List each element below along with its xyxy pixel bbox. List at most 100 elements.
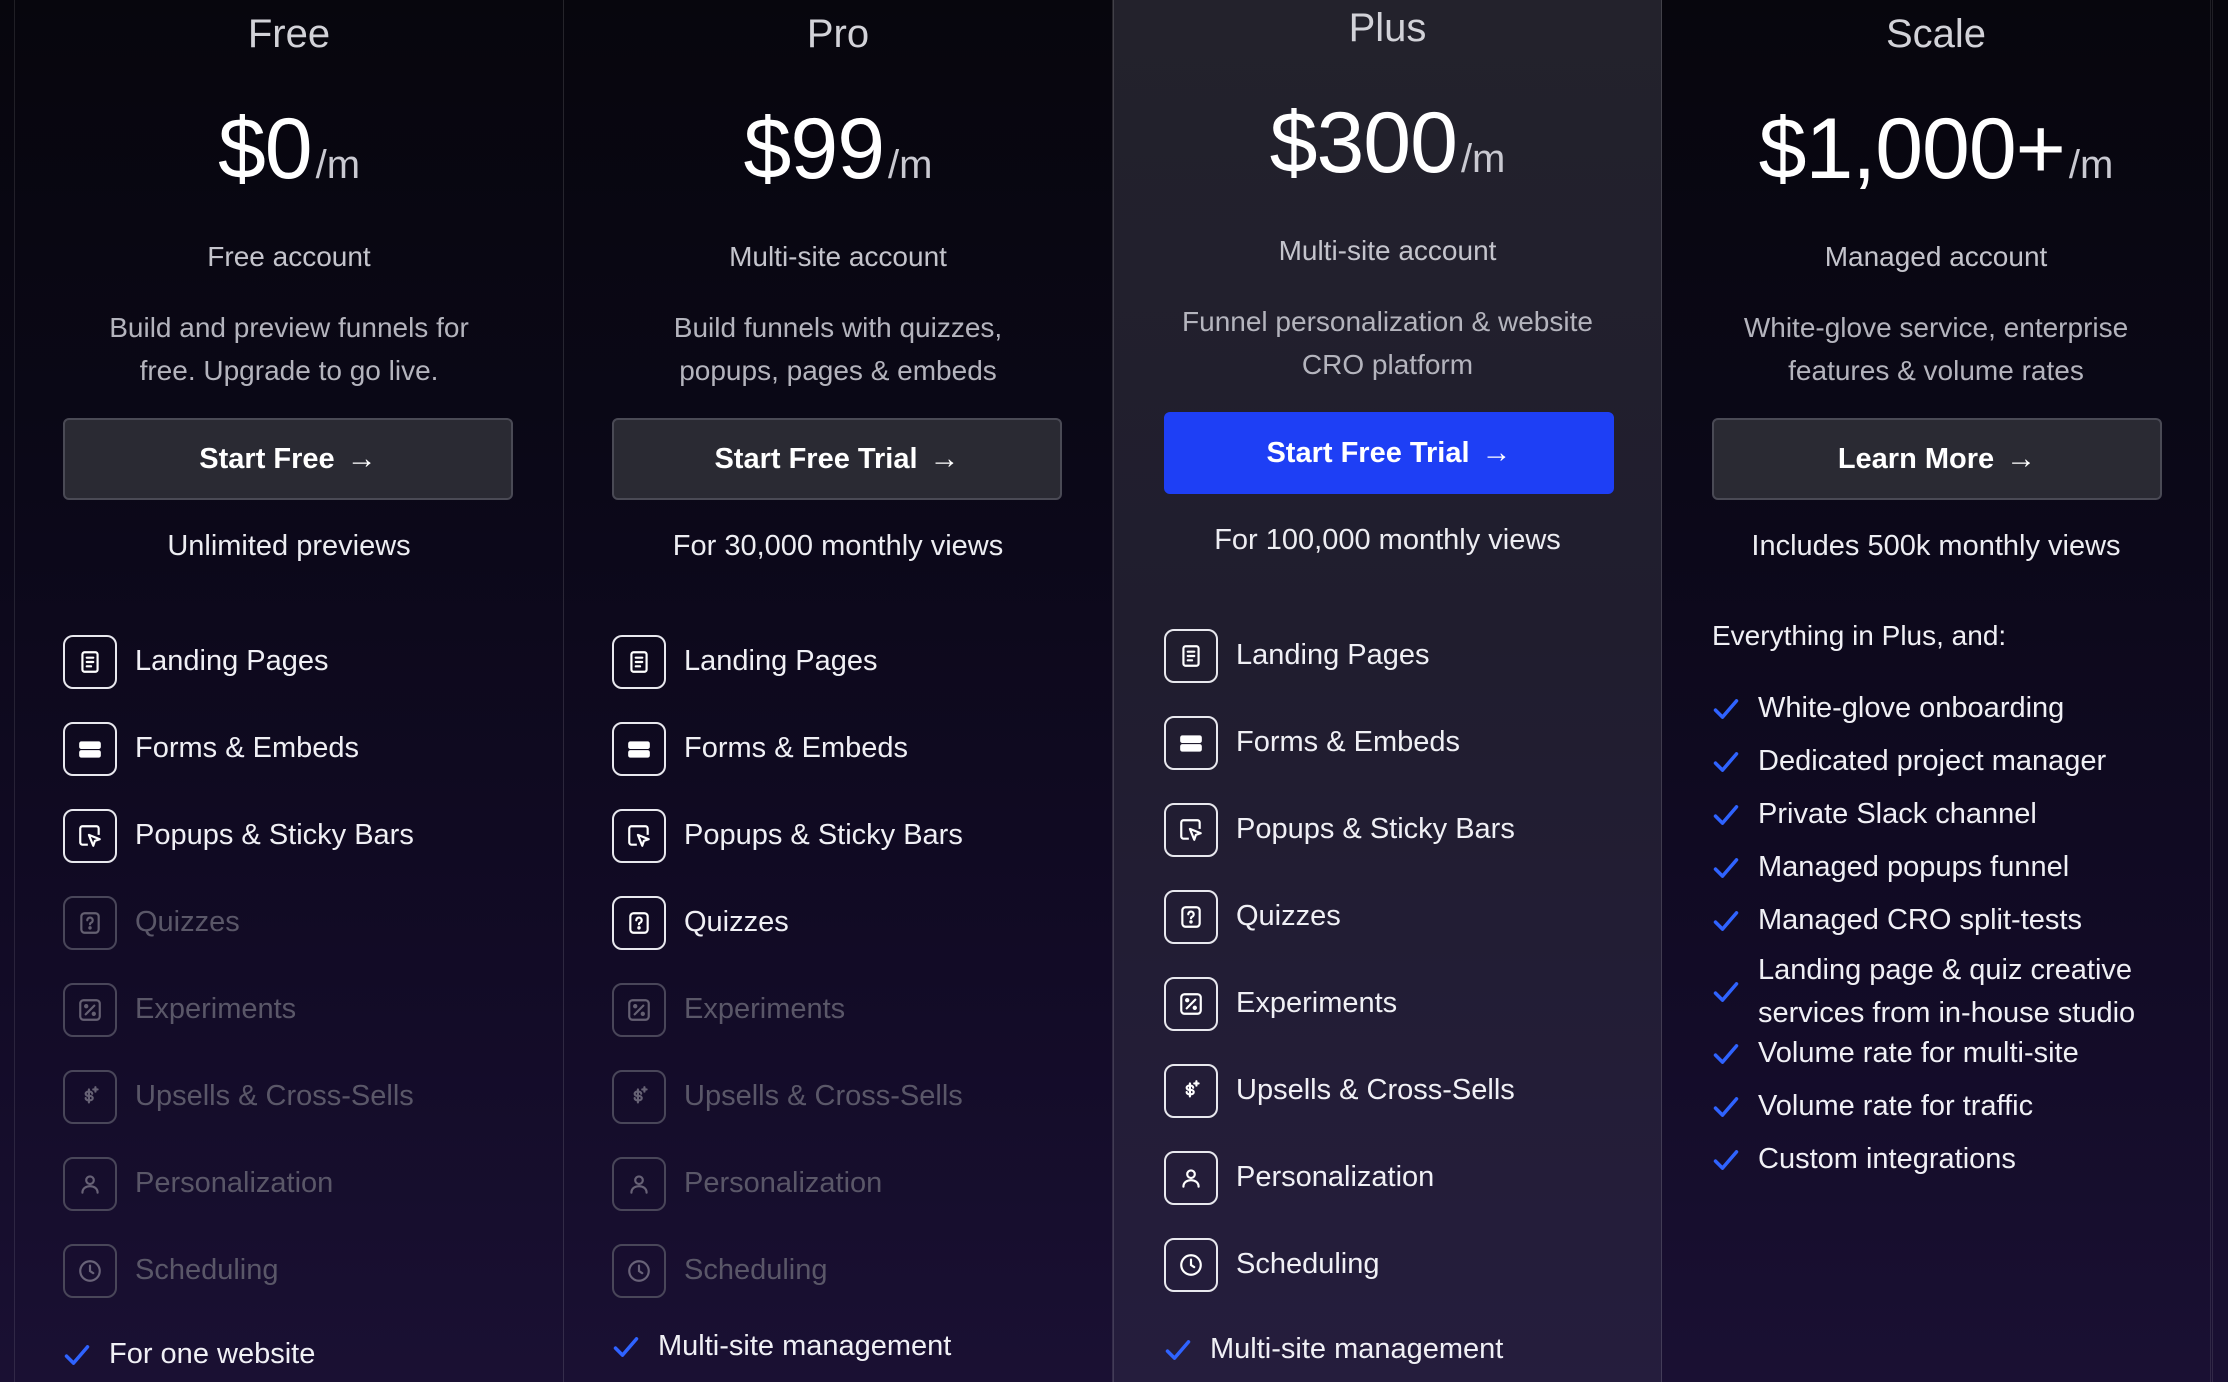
price-row: $99/m [564,100,1112,199]
checkmark-icon [1713,857,1739,878]
feature-item-quizzes: Quizzes [612,879,1092,966]
bottom-feature: Multi-site management [1164,1333,1503,1366]
plan-description-line: features & volume rates [1788,355,2084,386]
feature-item-landing-pages: Landing Pages [63,618,543,705]
price-row: $0/m [15,100,563,199]
plan-description-line: Funnel personalization & website [1182,306,1593,337]
checkmark-icon [1713,982,1739,1002]
cta-label: Start Free Trial [1266,436,1470,469]
checklist-item: Landing page & quiz creative services fro… [1712,949,2135,1035]
checklist-item: Volume rate for traffic [1712,1085,2033,1128]
account-type: Free account [207,241,371,272]
document-icon [612,634,666,689]
feature-label: Upsells & Cross-Sells [684,1080,963,1112]
feature-label: Experiments [135,993,297,1025]
plan-card-free: Free $0/m Free account Build and preview… [15,0,564,1382]
checklist-item: Managed popups funnel [1712,846,2069,889]
feature-item-experiments: Experiments [612,966,1092,1053]
checkmark-icon [1713,1043,1739,1064]
account-type: Multi-site account [1278,235,1497,266]
checklist-text: Managed popups funnel [1758,846,2069,889]
monthly-views: Unlimited previews [167,530,411,562]
start-free-trial-button[interactable]: Start Free Trial → [612,418,1062,500]
feature-item-popups-and-sticky-bars: Popups & Sticky Bars [612,792,1092,879]
feature-item-forms-and-embeds: Forms & Embeds [612,705,1092,792]
start-free-trial-button-primary[interactable]: Start Free Trial → [1164,412,1614,494]
checklist-label: Volume rate for multi-site [1758,1037,2079,1069]
plan-description-line: Build funnels with quizzes, [673,312,1003,343]
plan-description-line: popups, pages & embeds [679,355,997,386]
feature-label: Forms & Embeds [135,732,359,764]
learn-more-button[interactable]: Learn More → [1712,418,2162,500]
bottom-feature: For one website [63,1338,315,1371]
clock-icon [1164,1237,1218,1292]
cta-label: Start Free [199,442,335,475]
feature-item-quizzes: Quizzes [1164,873,1641,960]
checklist-item: Managed CRO split-tests [1712,899,2082,942]
plan-card-pro: Pro $99/m Multi-site account Build funne… [564,0,1113,1382]
checklist-label: Private Slack channel [1758,798,2037,830]
dollar-icon [612,1069,666,1124]
feature-label: Popups & Sticky Bars [684,819,963,851]
checklist-text: Managed CRO split-tests [1758,899,2082,942]
checkmark-icon [1713,1149,1739,1170]
plan-description-line: White-glove service, enterprise [1743,312,2129,343]
feature-list: Landing Pages Forms & Embeds Popups & Stic… [1164,612,1641,1308]
price-row: $1,000+/m [1662,100,2210,199]
arrow-right-icon: → [346,442,377,475]
experiment-icon [612,982,666,1037]
checklist-text: Volume rate for traffic [1758,1085,2033,1128]
bottom-feature-label: Multi-site management [1210,1333,1504,1365]
checklist-label: Managed popups funnel [1758,851,2070,883]
plan-price: $99 [743,101,885,197]
feature-item-experiments: Experiments [1164,960,1641,1047]
feature-label: Forms & Embeds [684,732,908,764]
feature-item-scheduling: Scheduling [1164,1221,1641,1308]
form-icon [612,721,666,776]
question-icon [612,895,666,950]
feature-item-forms-and-embeds: Forms & Embeds [63,705,543,792]
checkmark-icon [1713,698,1739,719]
feature-label: Experiments [1236,987,1398,1019]
checkmark-icon [1713,910,1739,931]
feature-list: Landing Pages Forms & Embeds Popups & Stic… [612,618,1092,1314]
plan-name: Plus [1348,6,1427,50]
monthly-views: For 30,000 monthly views [672,530,1004,562]
feature-item-upsells-and-cross-sells: Upsells & Cross-Sells [63,1053,543,1140]
plan-description: White-glove service, enterprise features… [1702,306,2170,392]
experiment-icon [1164,976,1218,1031]
checklist-label: Managed CRO split-tests [1758,904,2082,936]
feature-item-popups-and-sticky-bars: Popups & Sticky Bars [63,792,543,879]
checklist-item: Custom integrations [1712,1138,2016,1181]
popup-cursor-icon [1164,802,1218,857]
feature-item-experiments: Experiments [63,966,543,1053]
plan-description: Build and preview funnels for free. Upgr… [55,306,523,392]
checklist-label: Volume rate for traffic [1758,1090,2034,1122]
feature-label: Scheduling [684,1254,828,1286]
bottom-feature: Multi-site management [612,1330,951,1363]
plan-card-scale: Scale $1,000+/m Managed account White-gl… [1662,0,2211,1382]
checklist-item: White-glove onboarding [1712,687,2064,730]
dollar-icon [63,1069,117,1124]
user-icon [1164,1150,1218,1205]
checklist-text: Dedicated project manager [1758,740,2106,783]
feature-label: Personalization [135,1167,334,1199]
plan-name: Free [247,12,331,56]
plan-description-line: Build and preview funnels for [109,312,469,343]
feature-label: Experiments [684,993,846,1025]
checkmark-icon [1713,1096,1739,1117]
feature-label: Personalization [1236,1161,1435,1193]
checklist-label: Custom integrations [1758,1143,2016,1175]
start-free-button[interactable]: Start Free → [63,418,513,500]
clock-icon [63,1243,117,1298]
checklist-text: White-glove onboarding [1758,687,2064,730]
checkmark-icon [1165,1339,1191,1360]
form-icon [1164,715,1218,770]
price-period: /m [888,143,933,187]
feature-item-scheduling: Scheduling [63,1227,543,1314]
feature-label: Popups & Sticky Bars [1236,813,1515,845]
plan-price: $0 [217,101,313,197]
checklist-text: Volume rate for multi-site [1758,1032,2079,1075]
document-icon [63,634,117,689]
checklist-text: Custom integrations [1758,1138,2016,1181]
